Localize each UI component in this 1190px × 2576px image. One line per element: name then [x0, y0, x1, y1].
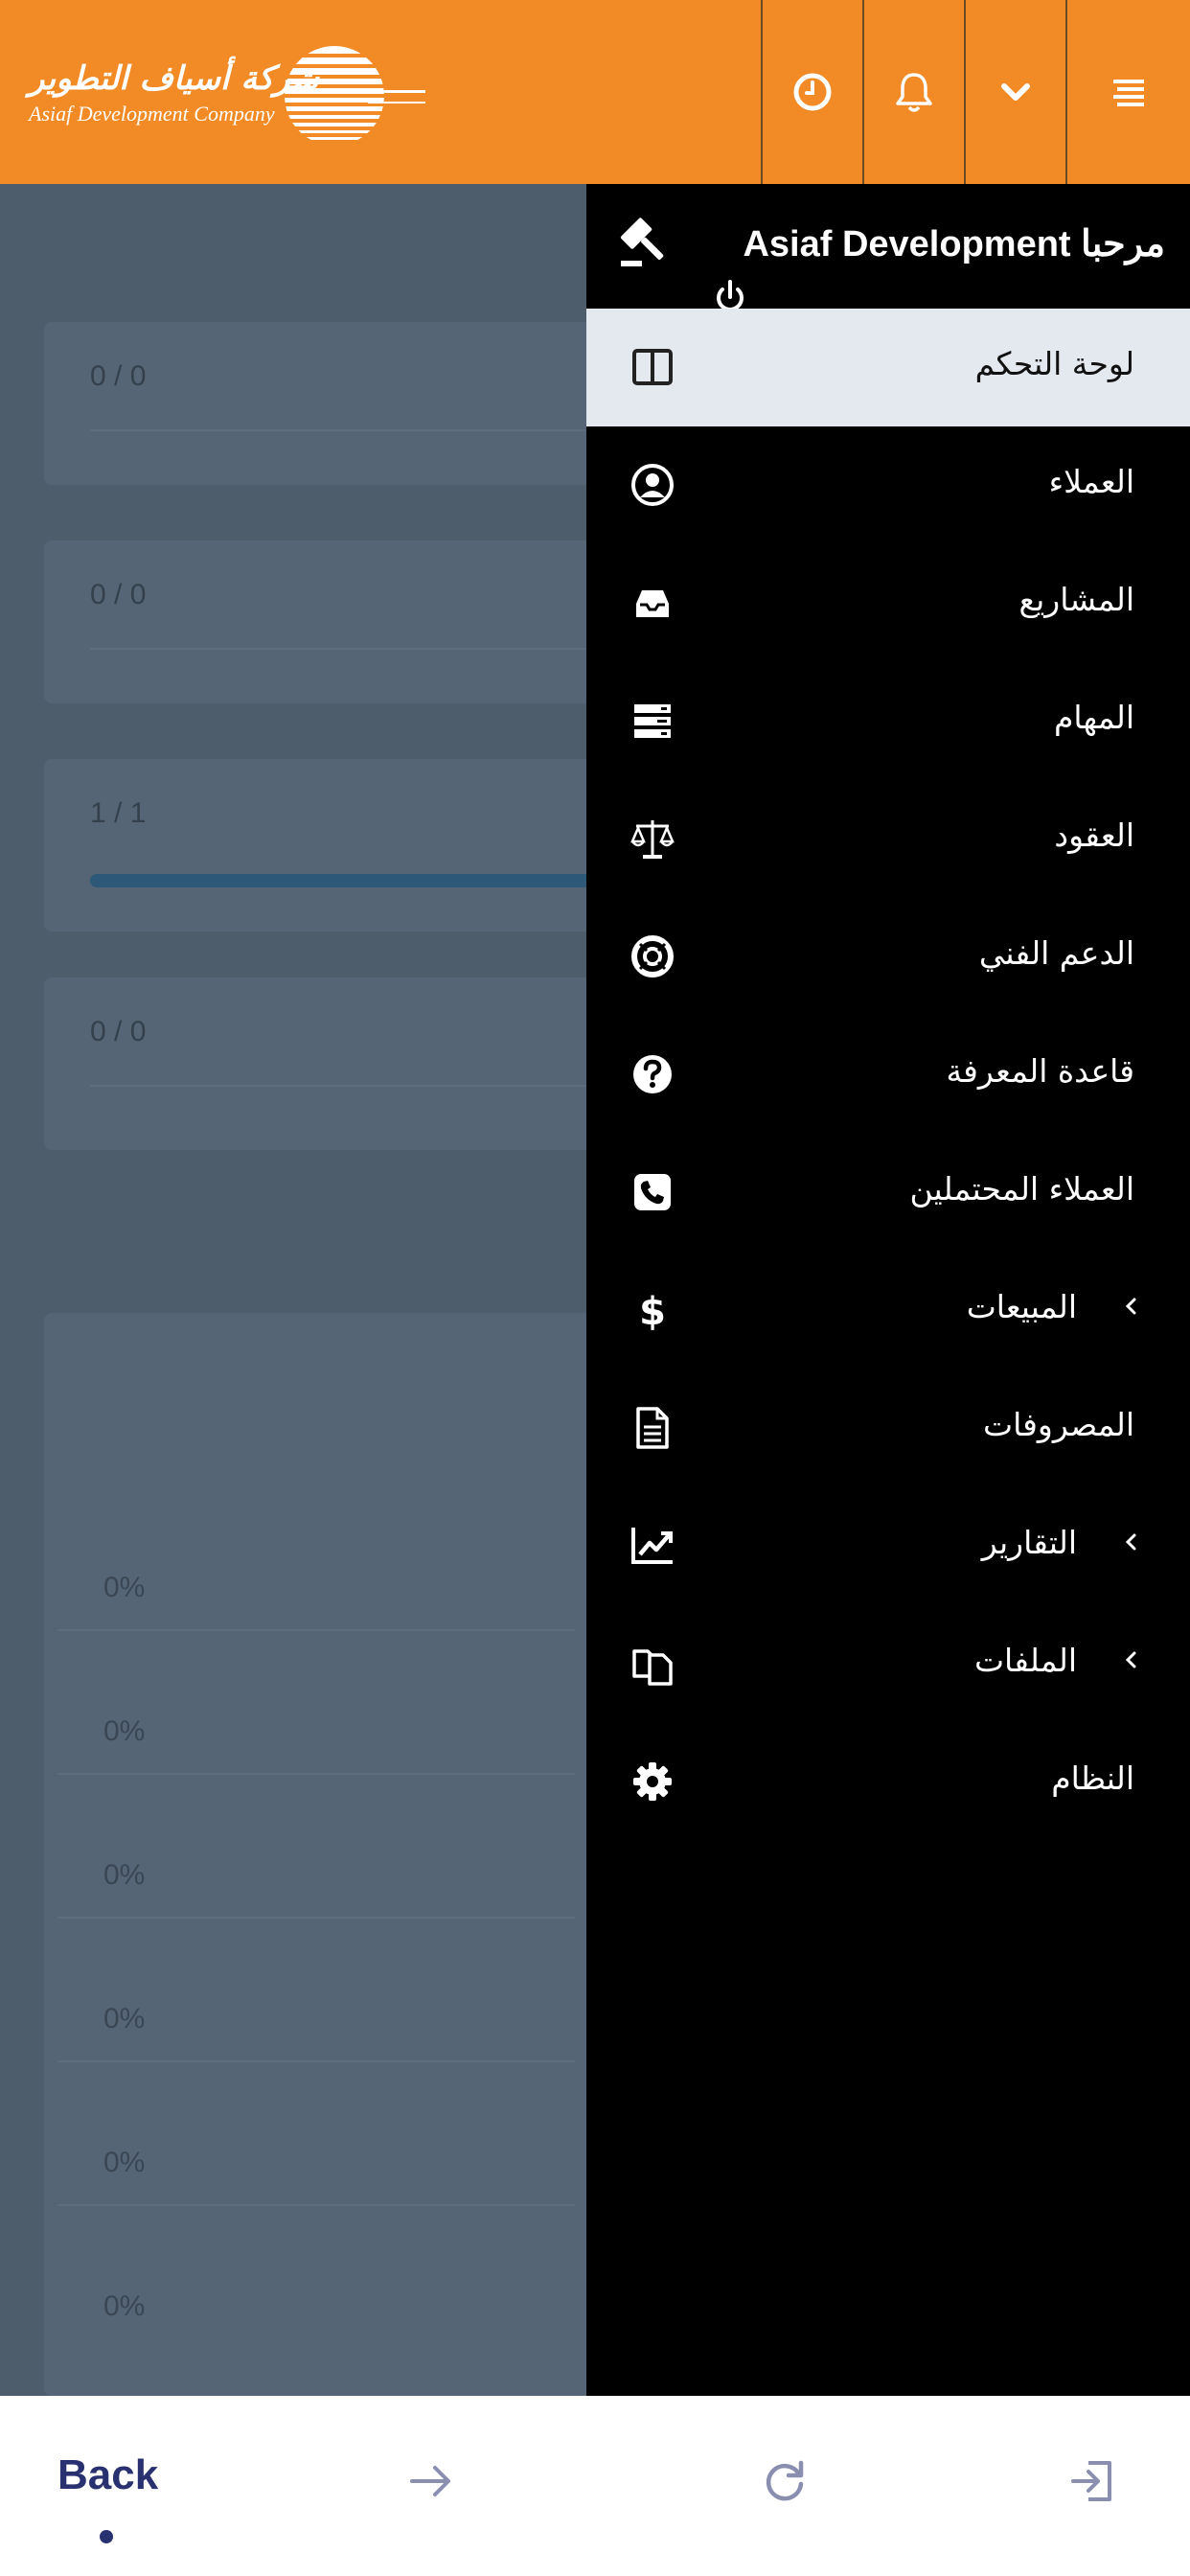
- menu-item-label: العقود: [1054, 816, 1134, 854]
- welcome-text: مرحبا Asiaf Development: [743, 224, 1165, 264]
- inbox-icon: [636, 590, 669, 617]
- notifications-button[interactable]: [862, 0, 964, 184]
- menu-item-system[interactable]: النظام: [586, 1723, 1190, 1841]
- chevron-left-icon: [1125, 1298, 1136, 1315]
- menu-item-label: النظام: [1051, 1760, 1134, 1797]
- menu-item-label: العملاء: [1048, 463, 1134, 500]
- side-drawer: مرحبا Asiaf Development لوحة التحكم العم…: [586, 184, 1190, 2396]
- menu-item-label: المصروفات: [983, 1406, 1134, 1443]
- percent-label: 0%: [103, 2290, 146, 2322]
- percent-label: 0%: [103, 2147, 146, 2178]
- stat-card: 0 / 0: [44, 540, 619, 703]
- svg-text:$: $: [639, 1290, 666, 1334]
- bottom-navigation: Back: [0, 2396, 1190, 2576]
- stat-card: 0 / 0: [44, 978, 619, 1150]
- menu-item-leads[interactable]: العملاء المحتملين: [586, 1134, 1190, 1252]
- menu-item-label: المبيعات: [966, 1288, 1077, 1325]
- menu-item-dashboard[interactable]: لوحة التحكم: [586, 309, 1190, 426]
- logo-english-text: Asiaf Development Company: [29, 102, 275, 126]
- user-circle-icon: [631, 464, 674, 506]
- exit-icon[interactable]: [1067, 2455, 1119, 2507]
- menu-item-label: المشاريع: [1018, 581, 1134, 618]
- menu-item-reports[interactable]: التقارير: [586, 1487, 1190, 1605]
- percent-card: [44, 1313, 619, 2396]
- percent-label: 0%: [103, 1859, 146, 1891]
- progress-bar-full: [90, 874, 619, 887]
- menu-item-label: الملفات: [973, 1642, 1077, 1679]
- menu-item-label: العملاء المحتملين: [909, 1170, 1134, 1208]
- menu-item-clients[interactable]: العملاء: [586, 426, 1190, 544]
- menu-item-label: لوحة التحكم: [974, 345, 1134, 382]
- back-button[interactable]: Back: [57, 2451, 158, 2499]
- menu-item-tasks[interactable]: المهام: [586, 662, 1190, 780]
- company-logo: شركة أسياف التطوير Asiaf Development Com…: [23, 38, 425, 153]
- gear-icon: [633, 1762, 672, 1801]
- menu-icon: [1113, 80, 1144, 106]
- top-bar: شركة أسياف التطوير Asiaf Development Com…: [0, 0, 1190, 184]
- percent-label: 0%: [103, 1572, 146, 1603]
- tasks-icon: [634, 704, 671, 738]
- grid-line: [57, 2060, 575, 2062]
- stat-counter: 0 / 0: [90, 1016, 147, 1047]
- menu-item-label: التقارير: [981, 1524, 1077, 1561]
- clock-icon: [793, 73, 832, 111]
- menu-item-files[interactable]: الملفات: [586, 1605, 1190, 1723]
- menu-item-label: قاعدة المعرفة: [946, 1052, 1134, 1090]
- menu-item-projects[interactable]: المشاريع: [586, 544, 1190, 662]
- progress-track: [90, 1085, 619, 1087]
- arrow-right-icon[interactable]: [404, 2455, 456, 2507]
- menu-toggle-button[interactable]: [1065, 0, 1190, 184]
- life-ring-icon: [631, 935, 674, 978]
- columns-icon: [632, 349, 673, 385]
- logo-emblem-icon: [285, 46, 425, 140]
- stat-counter: 1 / 1: [90, 797, 147, 829]
- gavel-icon[interactable]: [617, 213, 675, 270]
- scale-icon: [630, 820, 675, 859]
- progress-track: [90, 429, 619, 431]
- chevron-left-icon: [1125, 1533, 1136, 1551]
- active-indicator-dot: [100, 2530, 113, 2543]
- stat-card: 1 / 1: [44, 759, 619, 932]
- menu-item-knowledge-base[interactable]: قاعدة المعرفة: [586, 1016, 1190, 1134]
- grid-line: [57, 1629, 575, 1631]
- percent-label: 0%: [103, 1715, 146, 1747]
- chevron-left-icon: [1125, 1651, 1136, 1668]
- chevron-down-icon: [1001, 83, 1030, 101]
- progress-track: [90, 648, 619, 650]
- file-text-icon: [636, 1407, 669, 1449]
- grid-line: [57, 2204, 575, 2206]
- clock-button[interactable]: [761, 0, 862, 184]
- menu-item-label: الدعم الفني: [978, 934, 1134, 972]
- line-chart-icon: [631, 1528, 673, 1564]
- menu-item-label: المهام: [1054, 699, 1134, 736]
- files-icon: [632, 1649, 673, 1686]
- drawer-menu: لوحة التحكم العملاء المشاريع المهام العق…: [586, 309, 1190, 1841]
- stat-counter: 0 / 0: [90, 579, 147, 610]
- menu-item-sales[interactable]: $ المبيعات: [586, 1252, 1190, 1369]
- refresh-icon[interactable]: [759, 2455, 811, 2507]
- grid-line: [57, 1773, 575, 1775]
- menu-item-contracts[interactable]: العقود: [586, 780, 1190, 898]
- percent-label: 0%: [103, 2003, 146, 2035]
- menu-item-support[interactable]: الدعم الفني: [586, 898, 1190, 1016]
- stat-counter: 0 / 0: [90, 360, 147, 392]
- drawer-header: مرحبا Asiaf Development: [586, 184, 1190, 311]
- question-circle-icon: [633, 1055, 672, 1093]
- stat-card: 0 / 0: [44, 322, 619, 485]
- dollar-icon: $: [639, 1290, 666, 1334]
- phone-icon: [634, 1174, 671, 1210]
- menu-item-expenses[interactable]: المصروفات: [586, 1369, 1190, 1487]
- bell-icon: [896, 73, 932, 112]
- dropdown-button[interactable]: [964, 0, 1065, 184]
- grid-line: [57, 1917, 575, 1919]
- logo-arabic-text: شركة أسياف التطوير: [29, 59, 319, 98]
